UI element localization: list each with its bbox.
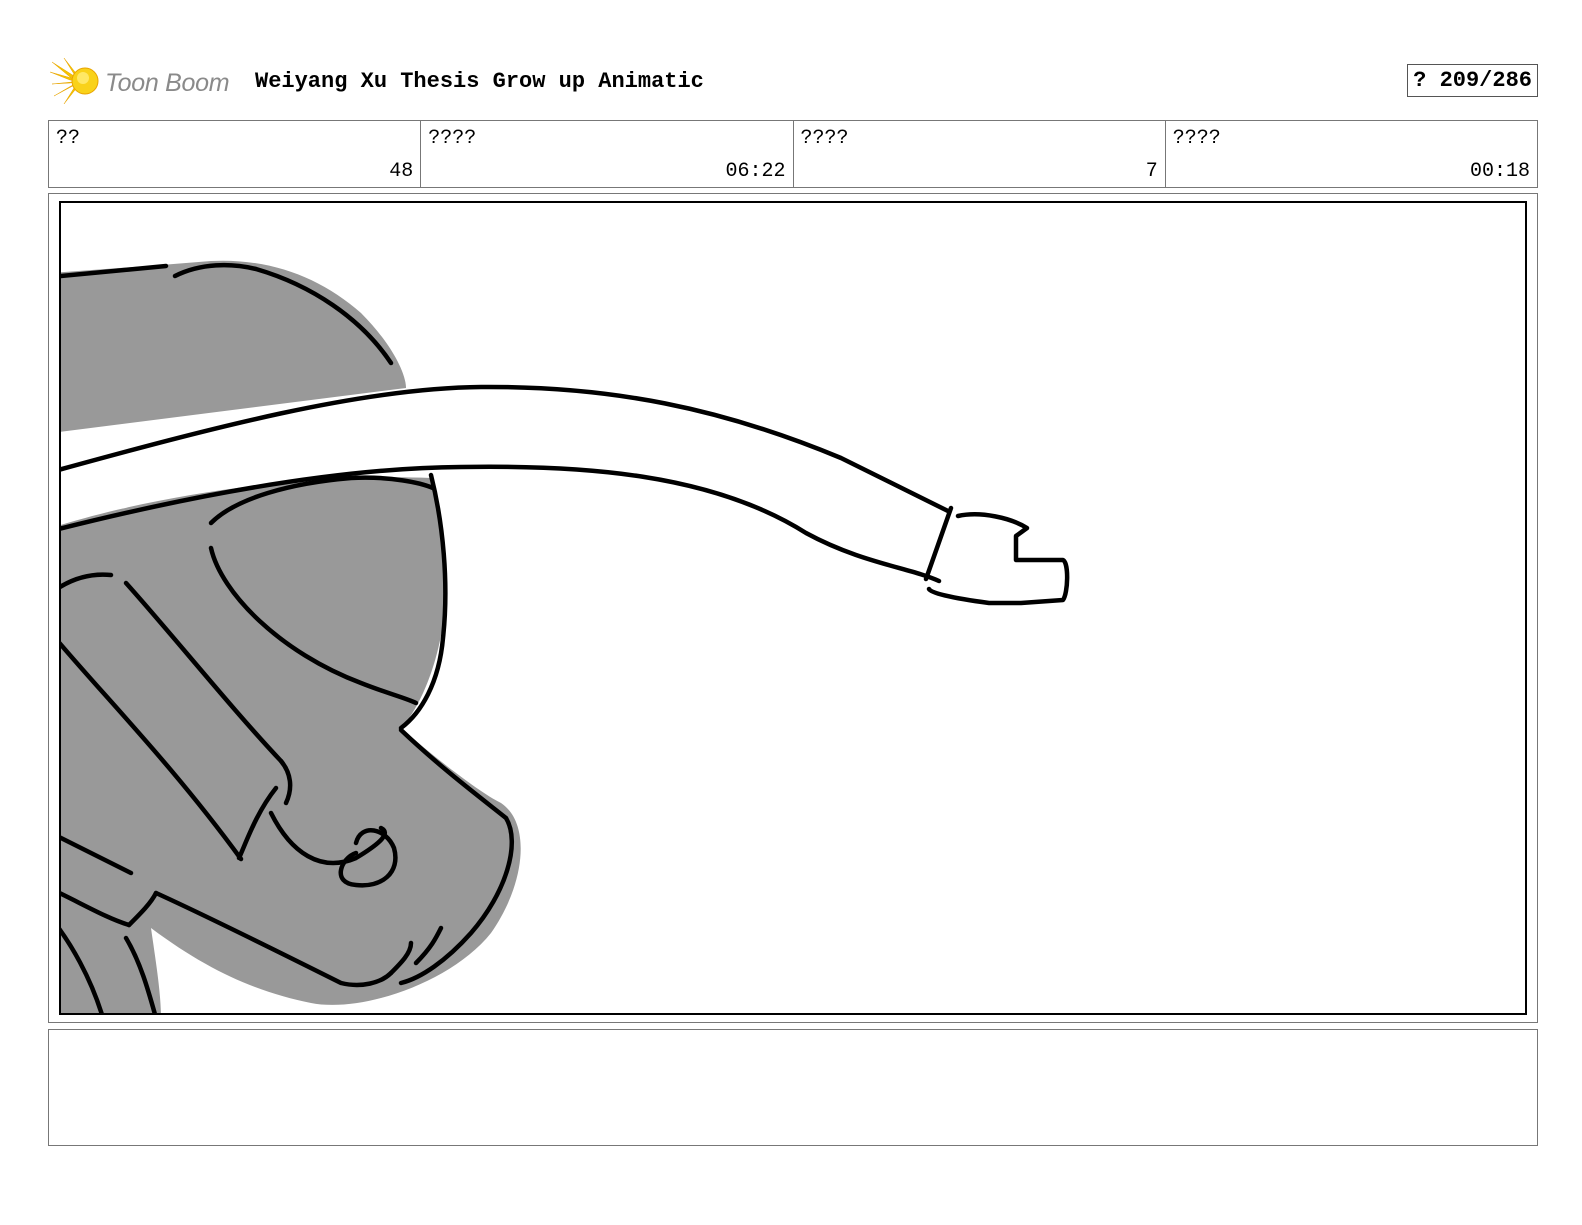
info-cell-scene: ?? 48: [49, 121, 422, 187]
info-value: 00:18: [1469, 160, 1530, 183]
info-cell-duration: ???? 00:18: [1166, 121, 1537, 187]
storyboard-panel: [59, 201, 1527, 1015]
info-value: 48: [389, 160, 414, 183]
storyboard-sketch-image: [61, 260, 1070, 1013]
panel-notes: [48, 1029, 1538, 1146]
info-label: ????: [1172, 127, 1221, 150]
info-label: ????: [428, 127, 477, 150]
page-counter: ? 209/286: [1407, 64, 1538, 97]
info-value: 06:22: [725, 160, 786, 183]
info-label: ????: [800, 127, 849, 150]
page-header: Toon Boom Weiyang Xu Thesis Grow up Anim…: [48, 52, 1538, 108]
info-cell-panel: ???? 7: [794, 121, 1166, 187]
info-label: ??: [56, 127, 81, 150]
scene-info-row: ?? 48 ???? 06:22 ???? 7 ???? 00:18: [48, 120, 1538, 188]
starburst-icon: [50, 57, 99, 105]
info-value: 7: [1145, 160, 1158, 183]
document-title: Weiyang Xu Thesis Grow up Animatic: [255, 69, 704, 94]
logo-text: Toon Boom: [105, 69, 230, 97]
toon-boom-logo: Toon Boom: [50, 56, 250, 106]
info-cell-total-time: ???? 06:22: [421, 121, 794, 187]
